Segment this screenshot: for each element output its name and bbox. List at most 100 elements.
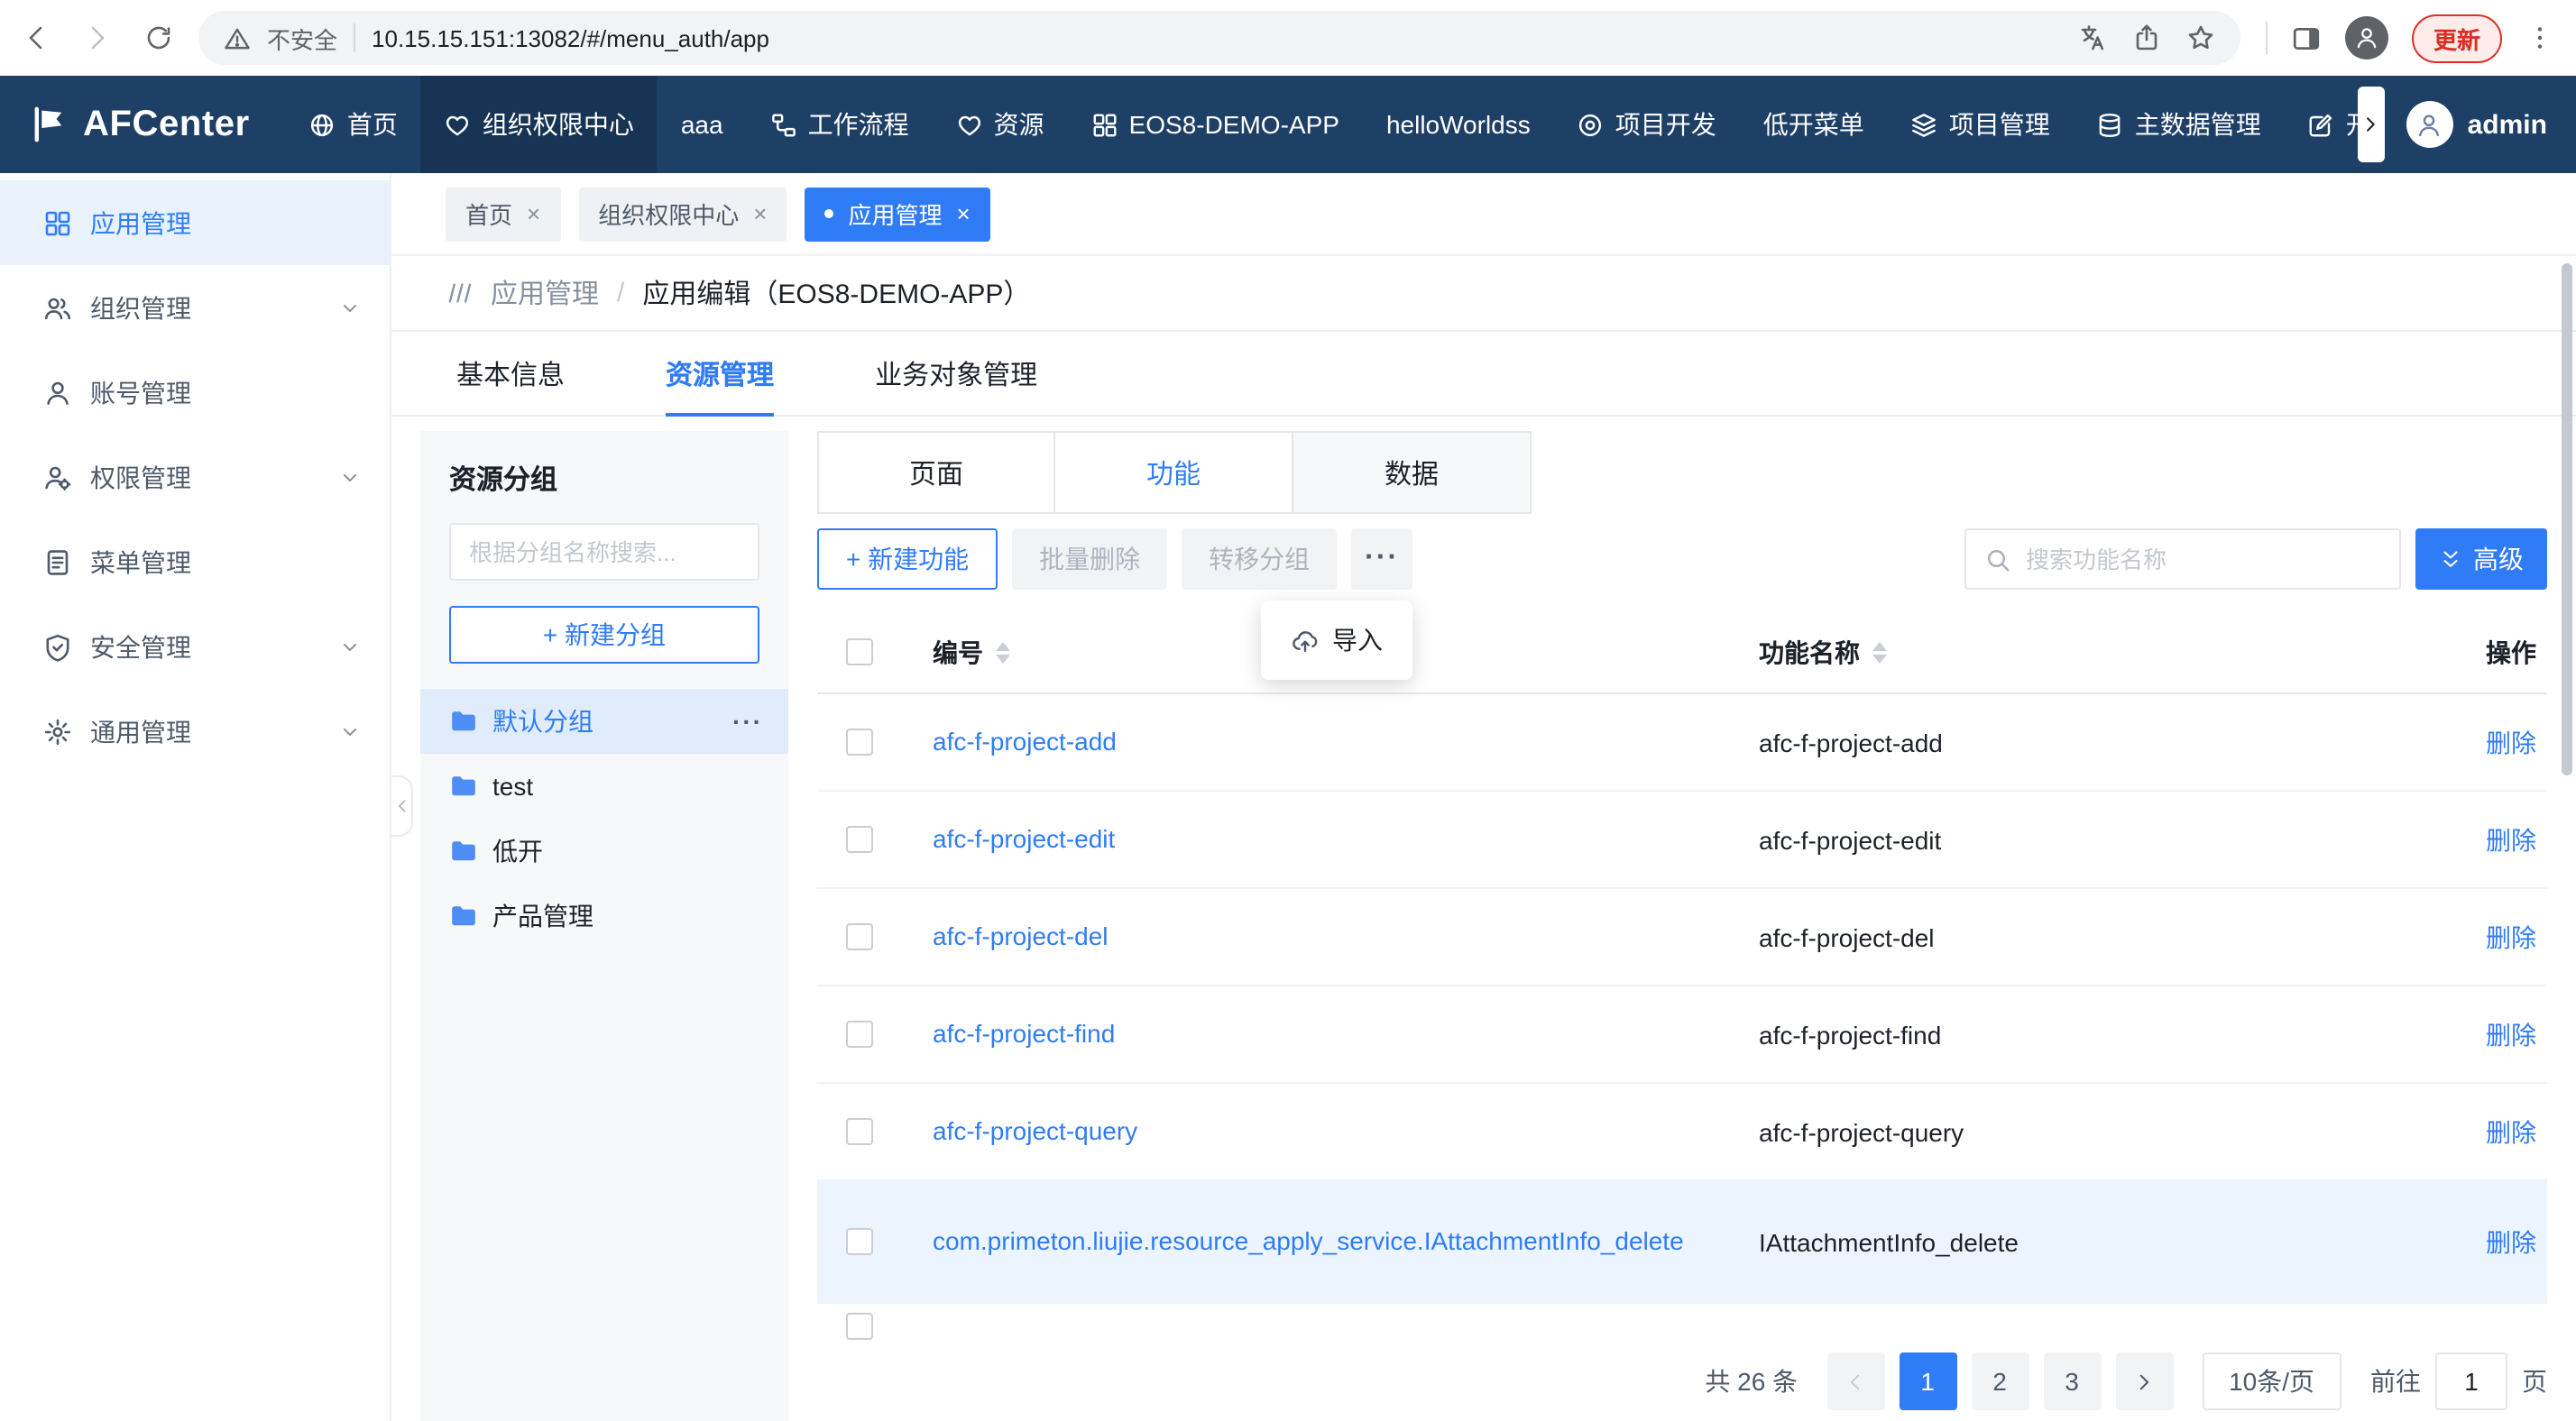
select-all-checkbox[interactable] [846,638,873,665]
sidebar-item-permission-management[interactable]: 权限管理 [0,435,390,519]
prev-page-button[interactable] [1826,1352,1884,1410]
function-id-link[interactable]: afc-f-project-query [933,1111,1759,1152]
row-checkbox[interactable] [846,1021,873,1048]
more-actions-button[interactable]: ··· [1351,528,1412,590]
close-icon[interactable]: × [753,200,767,227]
group-item-lowcode[interactable]: 低开 [420,819,788,884]
page-tab-home[interactable]: 首页 × [446,187,560,241]
sidebar-item-security-management[interactable]: 安全管理 [0,604,390,689]
browser-profile-avatar[interactable] [2345,16,2388,60]
browser-update-button[interactable]: 更新 [2412,14,2502,62]
folder-icon [449,772,478,801]
nav-item-org-auth-center[interactable]: 组织权限中心 [421,76,658,173]
function-id-link[interactable]: afc-f-project-del [933,916,1759,958]
transfer-group-button[interactable]: 转移分组 [1182,528,1337,590]
nav-item-lowcode-menu[interactable]: 低开菜单 [1740,76,1888,173]
delete-link[interactable]: 删除 [2417,1224,2547,1260]
tab-resource-management[interactable]: 资源管理 [666,332,774,415]
nav-item-project-mgmt[interactable]: 项目管理 [1888,76,2074,173]
row-checkbox[interactable] [846,1118,873,1145]
function-search-input[interactable] [2026,545,2381,573]
page-button-1[interactable]: 1 [1899,1352,1956,1410]
row-checkbox[interactable] [846,1228,873,1255]
back-icon[interactable] [22,23,51,52]
sidebar-item-account-management[interactable]: 账号管理 [0,350,390,435]
nav-item-aaa[interactable]: aaa [658,76,747,173]
address-bar[interactable]: 不安全 10.15.15.151:13082/#/menu_auth/app [198,11,2240,65]
nav-overflow-button[interactable] [2358,87,2385,162]
row-checkbox[interactable] [846,923,873,950]
new-group-button[interactable]: + 新建分组 [449,606,759,664]
nav-item-resources[interactable]: 资源 [933,76,1068,173]
sidebar-collapse-handle[interactable] [391,775,413,837]
delete-link[interactable]: 删除 [2417,919,2547,955]
reload-icon[interactable] [144,23,173,52]
group-item-default[interactable]: 默认分组 ··· [420,689,788,754]
function-id-link[interactable]: afc-f-project-add [933,721,1759,763]
nav-item-helloworldss[interactable]: helloWorldss [1363,76,1554,173]
function-name: afc-f-project-add [1759,728,2417,756]
app-logo[interactable]: AFCenter [0,76,286,173]
next-page-button[interactable] [2115,1352,2173,1410]
share-icon[interactable] [2132,23,2161,52]
close-icon[interactable]: × [527,200,540,227]
forward-icon[interactable] [83,23,112,52]
row-checkbox[interactable] [846,729,873,756]
page-button-3[interactable]: 3 [2043,1352,2101,1410]
group-item-product-mgmt[interactable]: 产品管理 [420,884,788,949]
url-text[interactable]: 10.15.15.151:13082/#/menu_auth/app [372,24,769,51]
sidebar-item-menu-management[interactable]: 菜单管理 [0,519,390,604]
bookmark-star-icon[interactable] [2186,23,2215,52]
tab-business-object-management[interactable]: 业务对象管理 [875,332,1037,415]
row-checkbox[interactable] [846,826,873,853]
nav-item-workflow[interactable]: 工作流程 [747,76,933,173]
sort-icon[interactable] [1872,641,1887,663]
new-function-button[interactable]: + 新建功能 [817,528,998,590]
nav-item-project-dev[interactable]: 项目开发 [1554,76,1740,173]
nav-item-eos8-demo-app[interactable]: EOS8-DEMO-APP [1068,76,1363,173]
page-size-select[interactable]: 10条/页 [2202,1352,2341,1410]
group-item-test[interactable]: test [420,754,788,819]
translate-icon[interactable] [2078,23,2107,52]
function-id-link[interactable]: com.primeton.liujie.resource_apply_servi… [933,1221,1759,1262]
page-tab-app-management[interactable]: 应用管理 × [805,187,989,241]
tab-basic-info[interactable]: 基本信息 [456,332,565,415]
tab-data[interactable]: 数据 [1293,431,1532,514]
nav-item-in-development[interactable]: 开发中 [2285,76,2358,173]
nav-item-master-data[interactable]: 主数据管理 [2074,76,2285,173]
goto-page-input[interactable] [2435,1352,2507,1410]
active-dot [824,209,833,218]
sidebar-item-org-management[interactable]: 组织管理 [0,265,390,350]
nav-label: 资源 [994,106,1044,142]
group-more-icon[interactable]: ··· [732,707,763,736]
function-id-link[interactable]: afc-f-project-edit [933,819,1759,860]
breadcrumb-section[interactable]: 应用管理 [491,274,599,312]
advanced-search-button[interactable]: 高级 [2415,528,2547,590]
sort-icon[interactable] [996,641,1010,663]
batch-delete-button[interactable]: 批量删除 [1012,528,1167,590]
close-icon[interactable]: × [956,200,970,227]
page-tab-org-auth-center[interactable]: 组织权限中心 × [578,187,787,241]
delete-link[interactable]: 删除 [2417,1016,2547,1052]
tab-pages[interactable]: 页面 [817,431,1055,514]
delete-link[interactable]: 删除 [2417,1114,2547,1150]
tab-functions[interactable]: 功能 [1055,431,1293,514]
delete-link[interactable]: 删除 [2417,821,2547,857]
import-menu-item[interactable]: 导入 [1261,610,1412,671]
group-search-input[interactable] [469,538,740,565]
page-button-2[interactable]: 2 [1971,1352,2029,1410]
side-panel-icon[interactable] [2291,23,2322,53]
sidebar-item-app-management[interactable]: 应用管理 [0,180,390,265]
nav-item-home[interactable]: 首页 [286,76,421,173]
sidebar-item-general-management[interactable]: 通用管理 [0,689,390,774]
browser-menu-kebab-icon[interactable] [2525,23,2554,52]
user-menu[interactable]: admin [2385,76,2576,173]
chevron-left-icon [392,797,410,815]
folder-icon [449,902,478,931]
column-header-name[interactable]: 功能名称 [1759,634,2417,670]
function-id-link[interactable]: afc-f-project-find [933,1013,1759,1055]
delete-link[interactable]: 删除 [2417,724,2547,760]
row-checkbox[interactable] [846,1313,873,1340]
vertical-scrollbar[interactable] [2562,263,2572,775]
group-name: 产品管理 [492,898,593,934]
